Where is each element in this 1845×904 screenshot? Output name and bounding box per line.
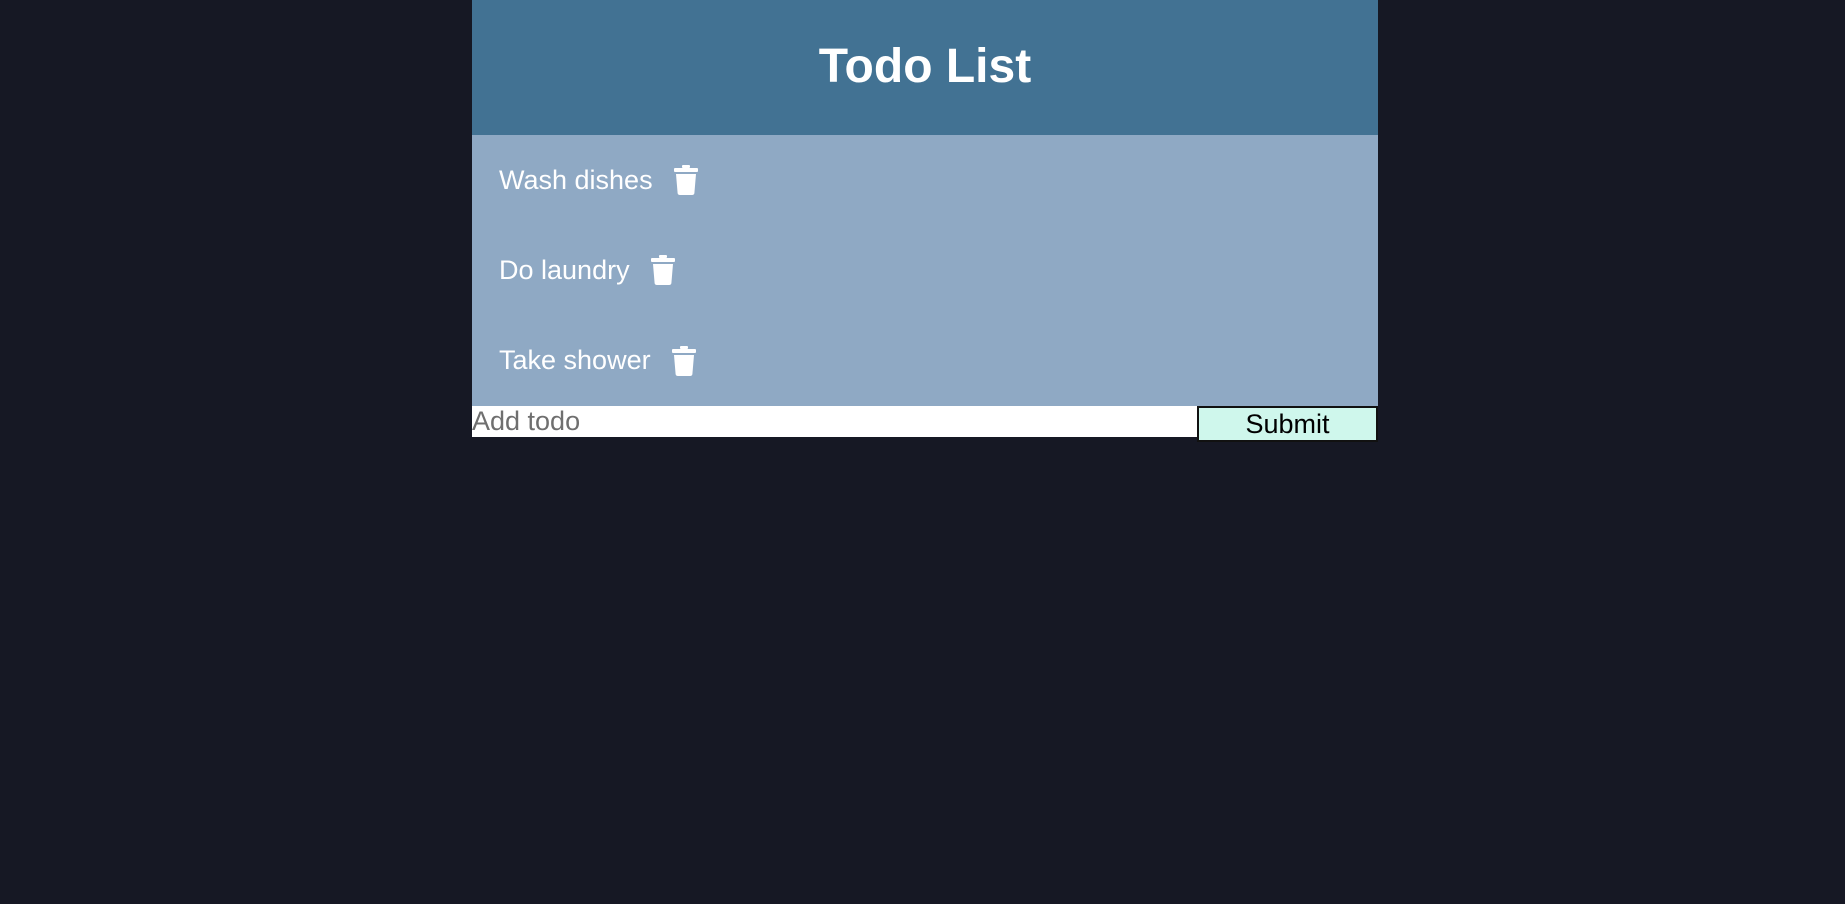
todo-label: Take shower [499,345,651,376]
list-item: Do laundry [472,225,1378,315]
trash-icon[interactable] [671,345,697,376]
trash-icon[interactable] [650,255,676,286]
page: { "app": { "title": "Todo List" }, "todo… [0,0,1845,904]
submit-button[interactable]: Submit [1197,406,1378,442]
page-title: Todo List [818,40,1032,93]
todo-label: Do laundry [499,254,630,285]
add-todo-input[interactable] [472,406,1198,437]
trash-icon[interactable] [673,165,699,196]
header: Todo List [472,0,1378,135]
todo-app: Todo List Wash dishes Do laundry Take sh… [472,0,1378,442]
todo-label: Wash dishes [499,164,653,195]
todo-list: Wash dishes Do laundry Take shower [472,135,1378,406]
list-item: Take shower [472,316,1378,406]
add-todo-form: Submit [472,406,1378,442]
list-item: Wash dishes [472,135,1378,225]
